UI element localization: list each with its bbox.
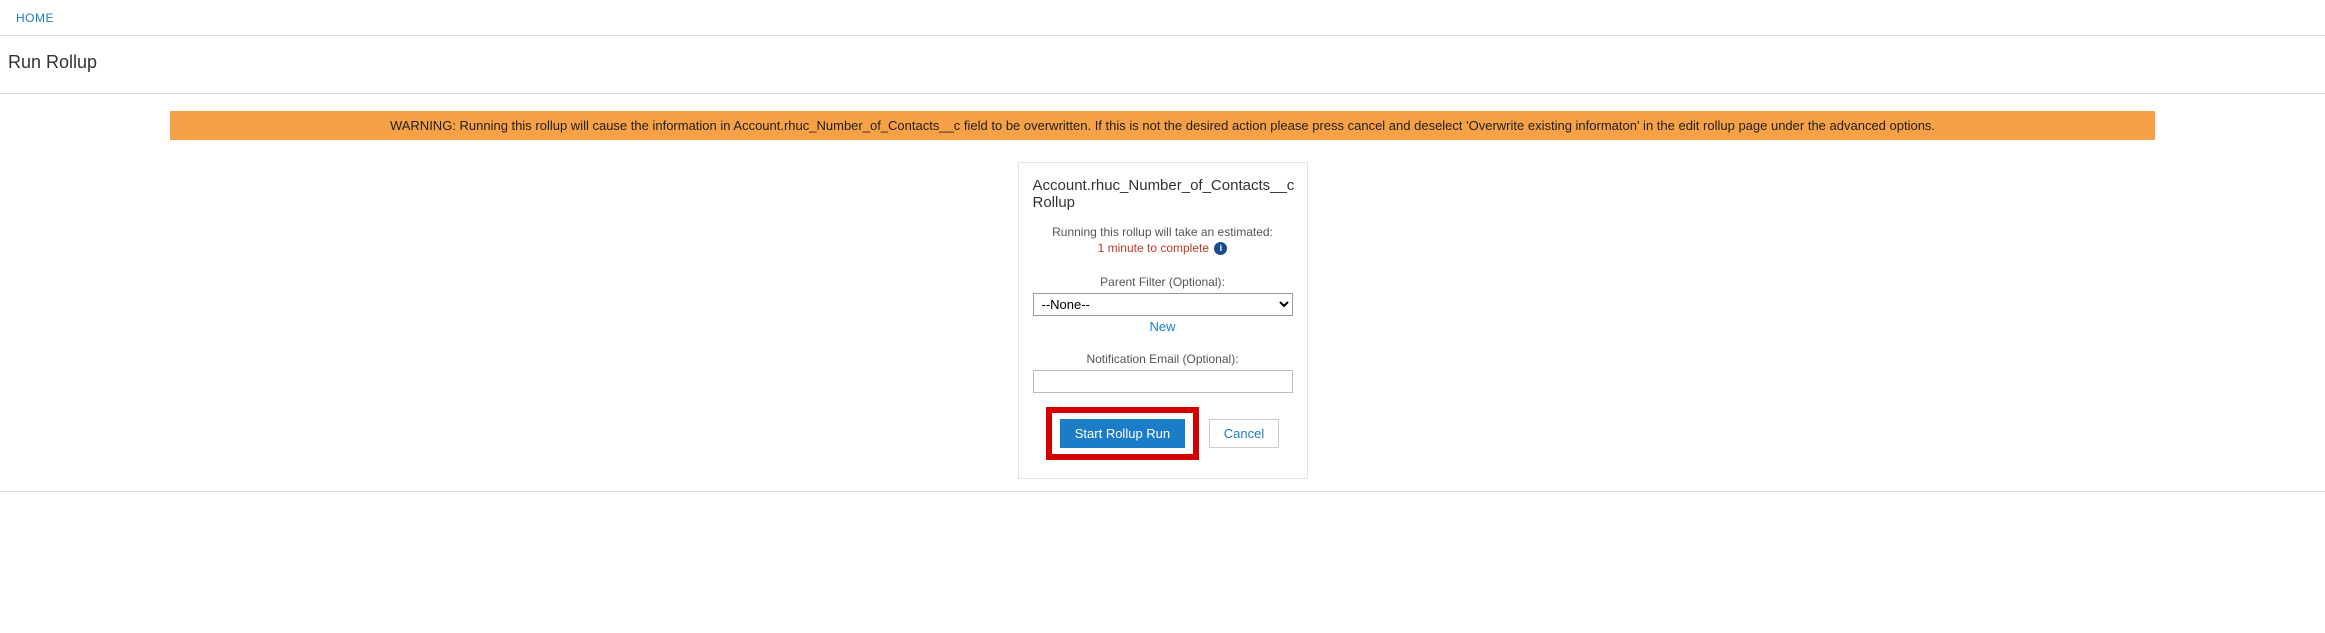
new-filter-link[interactable]: New <box>1033 319 1293 334</box>
parent-filter-select[interactable]: --None-- <box>1033 293 1293 316</box>
notification-email-input[interactable] <box>1033 370 1293 393</box>
footer-divider <box>0 491 2325 492</box>
start-rollup-run-button[interactable]: Start Rollup Run <box>1060 419 1185 448</box>
warning-banner: WARNING: Running this rollup will cause … <box>170 111 2155 140</box>
cancel-button[interactable]: Cancel <box>1209 419 1279 448</box>
rollup-card: Account.rhuc_Number_of_Contacts__c Rollu… <box>1018 162 1308 479</box>
info-icon[interactable]: i <box>1214 242 1227 255</box>
nav-home-link[interactable]: HOME <box>16 11 54 25</box>
notification-email-label: Notification Email (Optional): <box>1033 352 1293 366</box>
start-button-highlight: Start Rollup Run <box>1046 407 1199 460</box>
estimate-time-text: 1 minute to complete <box>1098 241 1209 255</box>
estimate-time: 1 minute to complete i <box>1033 241 1293 255</box>
estimate-label: Running this rollup will take an estimat… <box>1033 225 1293 239</box>
parent-filter-label: Parent Filter (Optional): <box>1033 275 1293 289</box>
page-title: Run Rollup <box>0 36 2325 94</box>
nav-bar: HOME <box>0 0 2325 36</box>
card-title: Account.rhuc_Number_of_Contacts__c Rollu… <box>1033 177 1293 211</box>
